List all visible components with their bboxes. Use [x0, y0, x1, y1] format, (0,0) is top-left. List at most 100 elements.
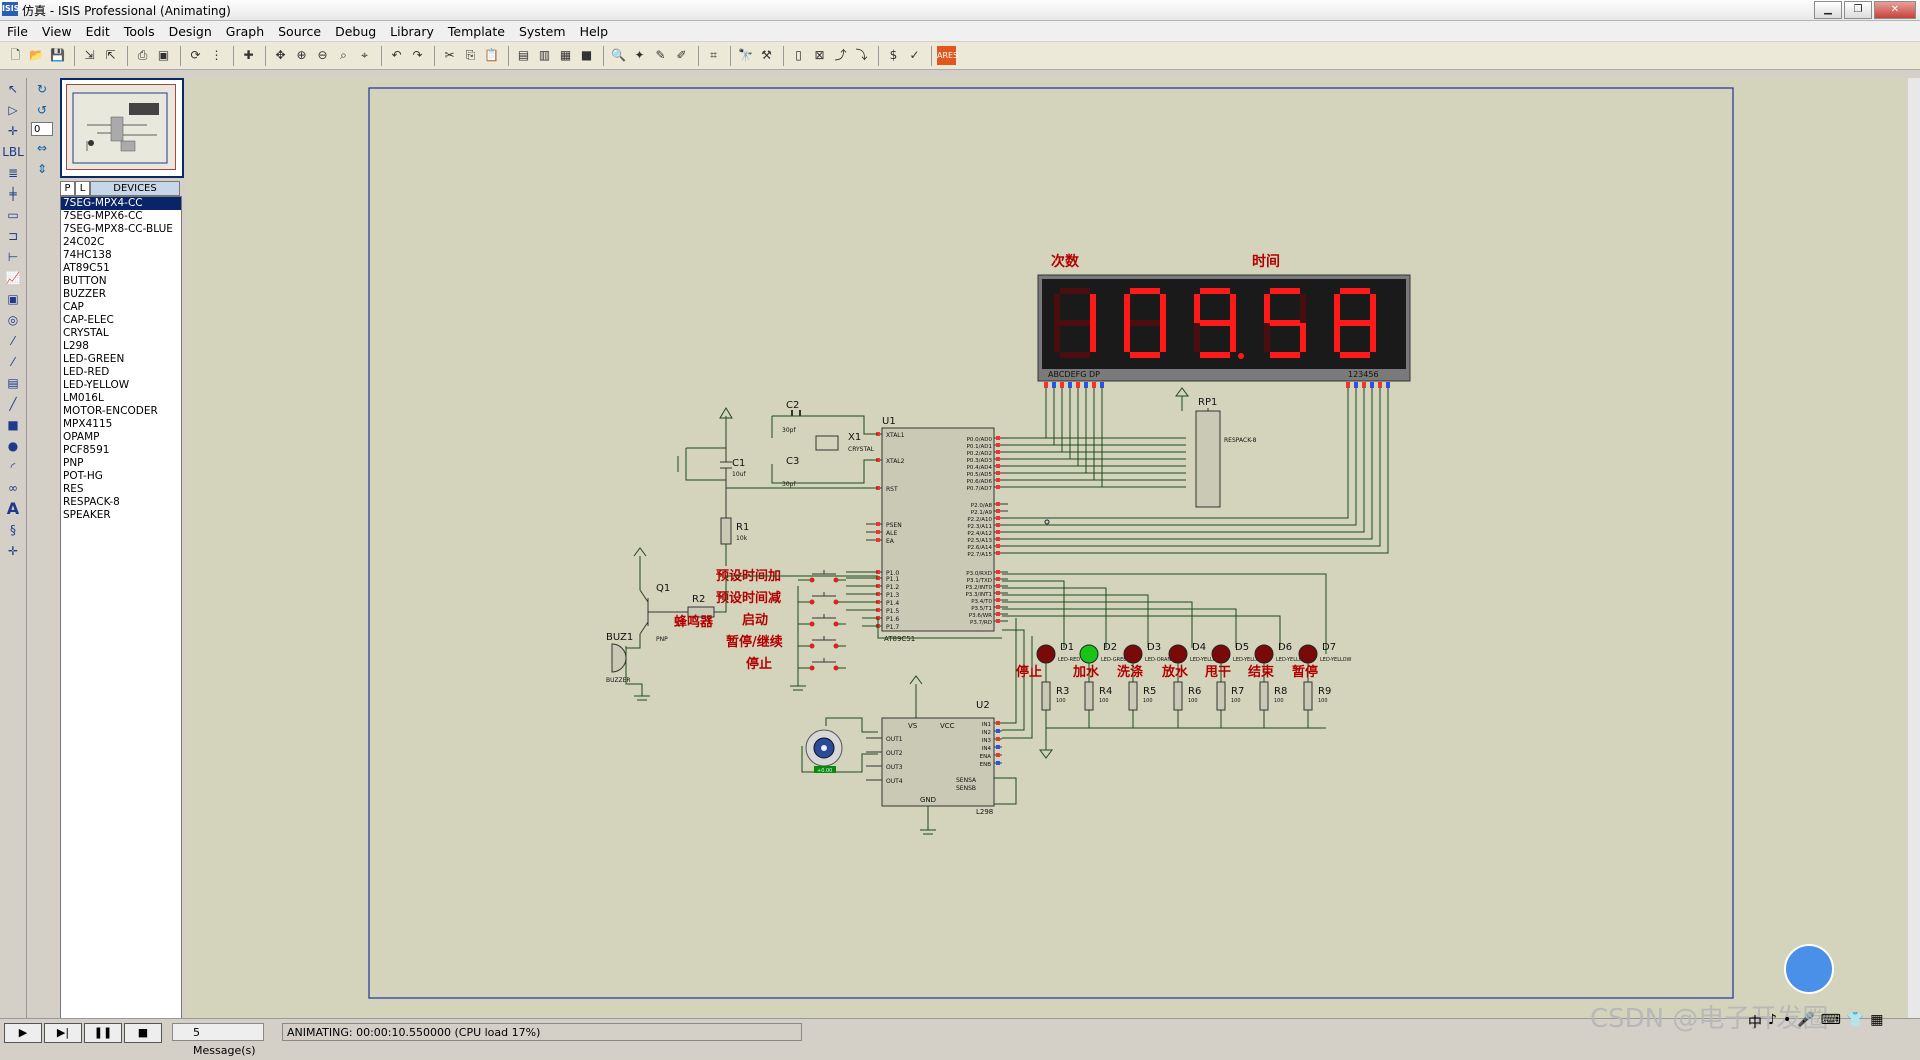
- arc-icon[interactable]: ◜: [2, 457, 24, 477]
- device-item[interactable]: 24C02C: [61, 236, 181, 249]
- maximize-button[interactable]: ❐: [1844, 1, 1872, 19]
- mirror-vertical-icon[interactable]: ⇕: [31, 159, 53, 179]
- menu-system[interactable]: System: [512, 24, 573, 39]
- redraw-icon[interactable]: ⟳: [186, 46, 205, 65]
- menu-debug[interactable]: Debug: [328, 24, 383, 39]
- stop-button[interactable]: ■: [124, 1023, 162, 1043]
- ime-item[interactable]: ♪: [1768, 1012, 1777, 1032]
- print-area-icon[interactable]: ▣: [154, 46, 173, 65]
- ime-item[interactable]: •: [1783, 1012, 1791, 1032]
- wire-autorouter-icon[interactable]: ⌗: [704, 46, 723, 65]
- menu-template[interactable]: Template: [441, 24, 512, 39]
- block-move-icon[interactable]: ▥: [535, 46, 554, 65]
- selection-mode-icon[interactable]: ↖: [2, 79, 24, 99]
- push-button[interactable]: 暂停/继续: [726, 634, 846, 650]
- generator-icon[interactable]: ◎: [2, 310, 24, 330]
- device-item[interactable]: PNP: [61, 457, 181, 470]
- library-manager-button[interactable]: L: [75, 181, 90, 196]
- import-icon[interactable]: ⇲: [80, 46, 99, 65]
- push-button[interactable]: 停止: [746, 656, 846, 672]
- device-item[interactable]: POT-HG: [61, 470, 181, 483]
- menu-library[interactable]: Library: [383, 24, 441, 39]
- device-item[interactable]: CAP-ELEC: [61, 314, 181, 327]
- device-item[interactable]: RESPACK-8: [61, 496, 181, 509]
- circle-icon[interactable]: ●: [2, 436, 24, 456]
- device-item[interactable]: CAP: [61, 301, 181, 314]
- block-copy-icon[interactable]: ▤: [514, 46, 533, 65]
- make-device-icon[interactable]: ✦: [630, 46, 649, 65]
- grid-icon[interactable]: ⋮: [207, 46, 226, 65]
- pick-devices-button[interactable]: P: [60, 181, 75, 196]
- tape-recorder-icon[interactable]: ▣: [2, 289, 24, 309]
- exit-to-parent-icon[interactable]: ⤴: [831, 46, 850, 65]
- menu-design[interactable]: Design: [162, 24, 219, 39]
- device-item[interactable]: MOTOR-ENCODER: [61, 405, 181, 418]
- menu-source[interactable]: Source: [271, 24, 328, 39]
- push-button[interactable]: 预设时间减: [716, 590, 846, 606]
- device-item[interactable]: LED-YELLOW: [61, 379, 181, 392]
- device-item[interactable]: BUZZER: [61, 288, 181, 301]
- redo-icon[interactable]: ↷: [408, 46, 427, 65]
- device-item[interactable]: LM016L: [61, 392, 181, 405]
- junction-dot-icon[interactable]: ✛: [2, 121, 24, 141]
- remove-sheet-icon[interactable]: ⊠: [810, 46, 829, 65]
- message-count[interactable]: 5 Message(s): [172, 1023, 264, 1057]
- path-icon[interactable]: ∞: [2, 478, 24, 498]
- copy-icon[interactable]: ⎘: [461, 46, 480, 65]
- device-item[interactable]: RES: [61, 483, 181, 496]
- rp1-respack[interactable]: RP1 RESPACK-8: [1175, 387, 1257, 508]
- device-item[interactable]: LED-GREEN: [61, 353, 181, 366]
- device-item[interactable]: MPX4115: [61, 418, 181, 431]
- device-item[interactable]: SPEAKER: [61, 509, 181, 522]
- device-item[interactable]: 7SEG-MPX6-CC: [61, 210, 181, 223]
- rotate-clockwise-icon[interactable]: ↻: [31, 79, 53, 99]
- origin-icon[interactable]: ✚: [239, 46, 258, 65]
- print-icon[interactable]: ⎙: [133, 46, 152, 65]
- motor-driver-u2[interactable]: U2 L298 VS VCC GND SENSA SENSB OUT1 OUT2 O…: [866, 618, 1033, 835]
- block-rotate-icon[interactable]: ▦: [556, 46, 575, 65]
- ime-item[interactable]: 中: [1748, 1012, 1762, 1032]
- oscillator-circuit[interactable]: C2 30pf C3 30pf X1 CRYSTAL C1 10uf R1 10…: [677, 400, 878, 566]
- minimize-button[interactable]: ▁: [1814, 1, 1842, 19]
- buses-icon[interactable]: ╪: [2, 184, 24, 204]
- pick-device-icon[interactable]: 🔍: [609, 46, 628, 65]
- block-delete-icon[interactable]: ■: [577, 46, 596, 65]
- graph-icon[interactable]: 📈: [2, 268, 24, 288]
- subcircuit-icon[interactable]: ▭: [2, 205, 24, 225]
- line-icon[interactable]: ╱: [2, 394, 24, 414]
- export-icon[interactable]: ⇱: [101, 46, 120, 65]
- step-button[interactable]: ▶|: [44, 1023, 82, 1043]
- device-item[interactable]: PCF8591: [61, 444, 181, 457]
- search-tag-icon[interactable]: 🔭: [736, 46, 755, 65]
- pan-icon[interactable]: ✥: [271, 46, 290, 65]
- device-item[interactable]: BUTTON: [61, 275, 181, 288]
- ime-item[interactable]: 👕: [1847, 1012, 1864, 1032]
- bill-of-materials-icon[interactable]: $: [884, 46, 903, 65]
- current-probe-icon[interactable]: ⁄: [2, 352, 24, 372]
- paste-icon[interactable]: 📋: [482, 46, 501, 65]
- led-indicator[interactable]: D2LED-GREENR4100加水: [1072, 642, 1130, 728]
- led-indicator[interactable]: D1 LED-RED R3100 停止: [1016, 642, 1080, 728]
- zoom-area-icon[interactable]: ⌖: [355, 46, 374, 65]
- menu-view[interactable]: View: [35, 24, 79, 39]
- device-item[interactable]: AT89C51: [61, 262, 181, 275]
- menu-edit[interactable]: Edit: [79, 24, 117, 39]
- terminals-icon[interactable]: ⊐: [2, 226, 24, 246]
- zoom-in-icon[interactable]: ⊕: [292, 46, 311, 65]
- close-button[interactable]: ✕: [1874, 1, 1916, 19]
- wire-label-icon[interactable]: LBL: [2, 142, 24, 162]
- pause-button[interactable]: ❚❚: [84, 1023, 122, 1043]
- component-mode-icon[interactable]: ▷: [2, 100, 24, 120]
- zoom-all-icon[interactable]: ⌕: [334, 46, 353, 65]
- led-indicator[interactable]: D7 LED-YELLOW R9100 暂停: [1292, 642, 1352, 728]
- floating-assistant-button[interactable]: [1784, 944, 1834, 994]
- schematic-canvas[interactable]: ABCDEFG DP 123456 次数 时间 RP1 RESPACK-8 U1…: [186, 78, 1908, 1018]
- ime-item[interactable]: ⌨: [1821, 1012, 1841, 1032]
- packaging-tool-icon[interactable]: ✎: [651, 46, 670, 65]
- marker-icon[interactable]: ✛: [2, 541, 24, 561]
- play-button[interactable]: ▶: [4, 1023, 42, 1043]
- ime-item[interactable]: 🎤: [1797, 1012, 1814, 1032]
- mirror-horizontal-icon[interactable]: ⇔: [31, 138, 53, 158]
- ime-item[interactable]: ▦: [1870, 1012, 1883, 1032]
- save-icon[interactable]: 💾: [48, 46, 67, 65]
